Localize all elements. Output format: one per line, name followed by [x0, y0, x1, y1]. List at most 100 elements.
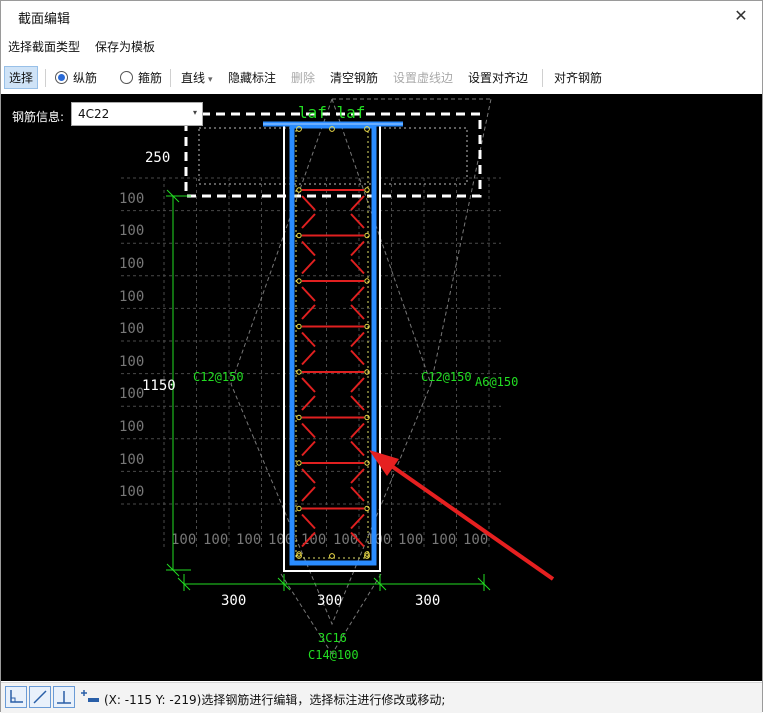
close-icon[interactable]: ✕ — [730, 5, 752, 27]
tie-hook — [301, 304, 316, 320]
tie-hook — [350, 440, 365, 457]
menu-select-section-type[interactable]: 选择截面类型 — [8, 38, 80, 55]
rebar-point — [296, 278, 302, 284]
rebar-info-select[interactable]: 4C22 ▾ — [71, 102, 203, 126]
side-rebar-left-label[interactable]: C12@150 — [193, 370, 244, 384]
grid-label: 100 — [171, 532, 196, 548]
rebar-point — [296, 460, 302, 466]
menu-save-as-template[interactable]: 保存为模板 — [95, 38, 155, 55]
window-title: 截面编辑 — [18, 12, 71, 27]
grid-label: 100 — [119, 289, 144, 305]
tie-hook — [350, 195, 365, 211]
tie-hook — [301, 286, 316, 302]
grid-label: 100 — [119, 419, 144, 435]
line-label: 直线 — [181, 71, 206, 85]
tie-hook — [301, 440, 316, 457]
flange-inner — [198, 127, 468, 185]
longitudinal-radio[interactable]: 纵筋 — [55, 69, 97, 86]
pointer-arrow-shaft — [381, 458, 555, 581]
set-dashed-edge-button[interactable]: 设置虚线边 — [393, 69, 453, 86]
rebar-point — [364, 414, 370, 421]
stirrup-label: 箍筋 — [138, 71, 163, 85]
grid-label: 100 — [463, 532, 488, 548]
status-text: (X: -115 Y: -219)选择钢筋进行编辑，选择标注进行修改或移动; — [104, 693, 446, 707]
tie-hook — [350, 331, 365, 348]
stirrup-rebar-label[interactable]: C14@100 — [308, 648, 359, 662]
chevron-down-icon: ▾ — [192, 108, 197, 117]
grid-label: 100 — [431, 532, 456, 548]
diagonal-snap-icon[interactable] — [29, 686, 51, 708]
tie-hook — [301, 513, 316, 530]
side-rebar-right-label[interactable]: C12@150 — [421, 370, 472, 384]
tie-rebar-label[interactable]: A6@150 — [475, 375, 518, 389]
width-dimension-left[interactable]: 300 — [221, 593, 246, 609]
grid-label: 100 — [119, 484, 144, 500]
grid-label: 100 — [119, 191, 144, 207]
rebar-point — [364, 278, 370, 284]
line-dropdown[interactable]: 直线 ▾ — [181, 69, 213, 86]
tie-hook — [301, 349, 316, 366]
tie-hook — [350, 213, 365, 229]
hide-annotation-button[interactable]: 隐藏标注 — [228, 69, 276, 86]
tie-hook — [350, 349, 365, 366]
radio-unchecked-icon — [120, 71, 133, 84]
bottom-rebar-label[interactable]: 3C16 — [318, 631, 347, 645]
tie-hook — [350, 304, 365, 320]
top-rebar-label[interactable]: laf laf — [298, 103, 365, 122]
stirrup-radio[interactable]: 箍筋 — [120, 69, 162, 86]
grid-label: 100 — [398, 532, 423, 548]
delete-button[interactable]: 删除 — [291, 69, 315, 86]
rebar-point — [329, 553, 335, 559]
rebar-point — [364, 460, 370, 466]
tie-hook — [350, 258, 365, 275]
toolbar-divider — [542, 69, 543, 87]
section-editor-window: 截面编辑 ✕ 选择截面类型 保存为模板 选择 纵筋 箍筋 直线 ▾ 隐藏标注 删除… — [0, 0, 763, 713]
tie-hook — [350, 513, 365, 530]
clear-rebar-button[interactable]: 清空钢筋 — [330, 69, 378, 86]
grid-label: 100 — [333, 532, 358, 548]
tie-hook — [350, 377, 365, 393]
tie-hook — [350, 395, 365, 411]
select-tool-button[interactable]: 选择 — [4, 66, 39, 89]
flange-dimension[interactable]: 250 — [145, 150, 170, 166]
grid-label: 100 — [236, 532, 261, 548]
rebar-point — [296, 232, 302, 239]
tie-hook — [301, 258, 316, 275]
tie-hook — [301, 422, 316, 439]
tie-hook — [301, 377, 316, 393]
longitudinal-label: 纵筋 — [73, 71, 98, 85]
section-drawing[interactable]: 100 100 100 100 100 100 100 100 100 100 100 100 100… — [1, 94, 762, 681]
menu-bar: 选择截面类型 保存为模板 — [1, 34, 762, 58]
offset-snap-icon[interactable] — [79, 686, 101, 708]
grid-label: 100 — [119, 354, 144, 370]
grid-label: 100 — [119, 256, 144, 272]
drawing-canvas[interactable]: 100 100 100 100 100 100 100 100 100 100 100 100 100… — [1, 94, 762, 681]
rebar-point — [296, 414, 302, 421]
width-dimension-right[interactable]: 300 — [415, 593, 440, 609]
rebar-point — [364, 505, 370, 512]
grid-label: 100 — [119, 452, 144, 468]
tie-hook — [350, 286, 365, 302]
grid-labels-bottom: 100 100 100 100 100 100 100 100 100 100 — [171, 532, 488, 548]
align-rebar-button[interactable]: 对齐钢筋 — [554, 69, 602, 86]
rebar-point — [296, 323, 302, 330]
tie-hook — [350, 422, 365, 439]
dimension-lines — [166, 189, 491, 591]
set-align-edge-button[interactable]: 设置对齐边 — [468, 69, 528, 86]
rebar-point — [364, 232, 370, 239]
grid-lines — [121, 177, 501, 550]
tie-hook — [301, 195, 316, 211]
height-dimension[interactable]: 1150 — [142, 378, 176, 394]
grid-label: 100 — [366, 532, 391, 548]
toolbar-divider — [45, 69, 46, 87]
tie-hook — [301, 395, 316, 411]
grid-label: 100 — [119, 386, 144, 402]
rebar-point — [296, 369, 302, 375]
perpendicular-snap-icon[interactable] — [53, 686, 75, 708]
rebar-info-label: 钢筋信息: — [12, 110, 65, 124]
grid-label: 100 — [119, 321, 144, 337]
rebar-point — [364, 187, 370, 193]
orthogonal-snap-icon[interactable] — [5, 686, 27, 708]
width-dimension-middle[interactable]: 300 — [317, 593, 342, 609]
grid-labels-left: 100 100 100 100 100 100 100 100 100 100 — [119, 191, 144, 500]
